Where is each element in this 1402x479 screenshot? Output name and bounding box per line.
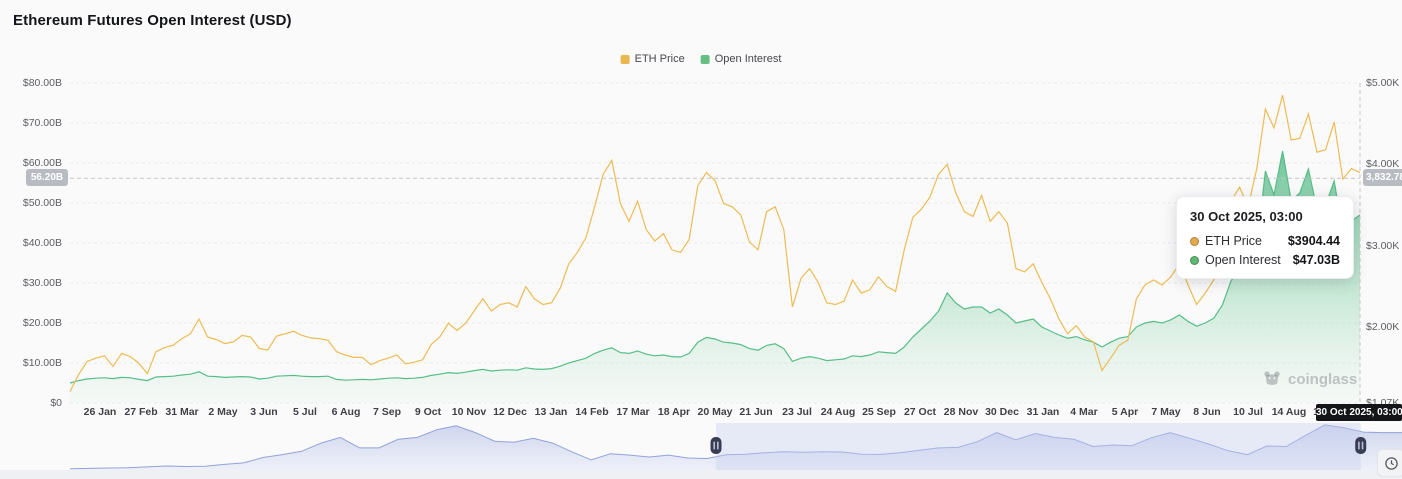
chart-plot-area[interactable]	[0, 0, 1402, 479]
legend: ETH Price Open Interest	[621, 53, 782, 65]
navigator-selection[interactable]	[716, 423, 1361, 470]
legend-label: ETH Price	[635, 53, 685, 65]
open-interest-area	[70, 151, 1360, 403]
open-interest-swatch-icon	[701, 55, 710, 64]
clock-icon	[1384, 456, 1399, 471]
eth-price-swatch-icon	[621, 55, 630, 64]
handle-grip-icon	[1358, 442, 1360, 450]
brush-handle-right[interactable]	[1355, 437, 1366, 454]
brush-handle-left[interactable]	[711, 437, 722, 454]
data-series	[70, 95, 1360, 403]
navigator-strip[interactable]	[70, 423, 1402, 470]
handle-grip-icon	[713, 442, 715, 450]
legend-item-eth-price[interactable]: ETH Price	[621, 53, 685, 65]
chart-panel: Ethereum Futures Open Interest (USD) ETH…	[0, 0, 1402, 479]
legend-label: Open Interest	[715, 53, 782, 65]
history-clock-button[interactable]	[1377, 449, 1402, 477]
handle-grip-icon	[1362, 442, 1364, 450]
legend-item-open-interest[interactable]: Open Interest	[701, 53, 782, 65]
handle-grip-icon	[717, 442, 719, 450]
